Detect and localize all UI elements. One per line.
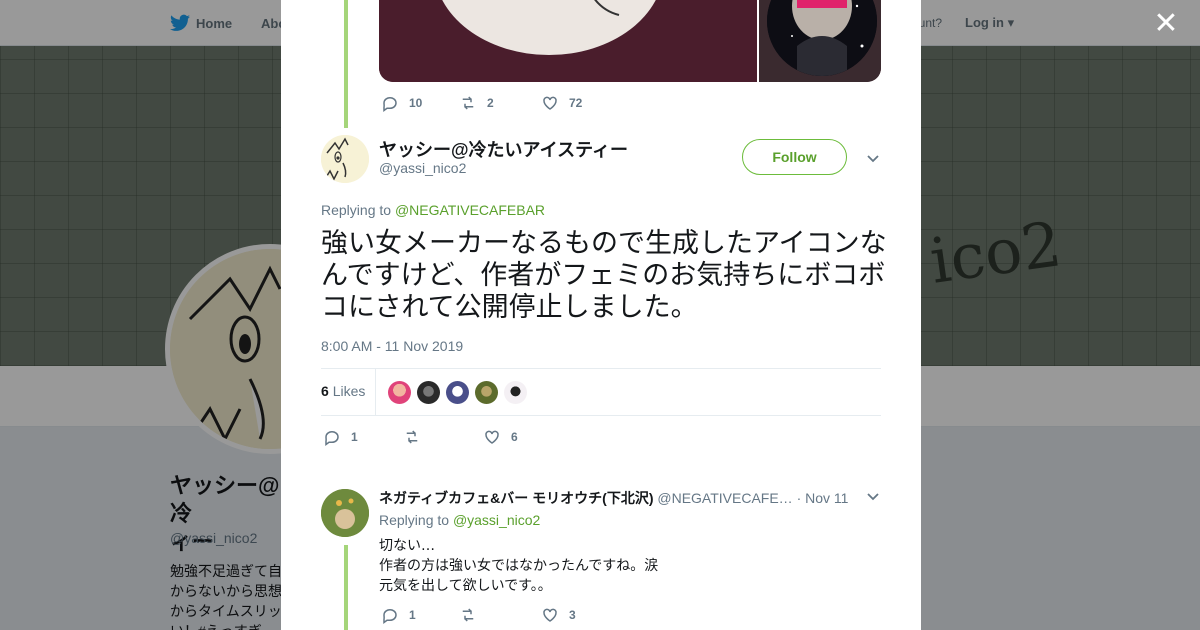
reply-header: ネガティブカフェ&バー モリオウチ(下北沢) @NEGATIVECAFE… · … [379,488,854,508]
reply-icon [383,96,397,112]
tweet-timestamp[interactable]: 8:00 AM - 11 Nov 2019 [321,338,463,354]
chevron-down-icon[interactable] [865,488,881,504]
liker-avatar[interactable] [446,380,470,404]
media-image-left[interactable] [379,0,759,82]
replying-to-link[interactable]: @NEGATIVECAFEBAR [395,202,545,218]
heart-icon [543,608,557,622]
prev-tweet-actions: 10 2 72 [381,94,582,112]
reply-button[interactable]: 1 [381,606,459,624]
chevron-down-icon[interactable] [865,150,881,166]
reply-author-avatar[interactable] [321,489,369,537]
retweet-count: 2 [487,96,494,110]
reply-replying-label: Replying to [379,512,450,528]
like-button[interactable]: 3 [541,606,576,624]
tweet-text: 強い女メーカーなるもので生成したアイコンなんですけど、作者がフェミのお気持ちにボ… [321,228,887,323]
author-avatar[interactable] [321,135,369,183]
retweet-icon [462,608,474,622]
like-count: 6 [511,430,518,444]
author-name[interactable]: ヤッシー@冷たいアイスティー [379,136,628,162]
liker-avatar[interactable] [504,380,528,404]
tweet-media-card[interactable] [379,0,881,82]
author-handle[interactable]: @yassi_nico2 [379,160,466,176]
retweet-button[interactable] [403,428,483,446]
tweet-permalink-modal: 10 2 72 ヤッシー@冷たいアイスティー @yassi_nico2 Foll… [281,0,921,630]
liker-avatar[interactable] [475,380,499,404]
reply-author-handle[interactable]: @NEGATIVECAFE… [657,490,792,506]
reply-count: 10 [409,96,423,110]
liker-avatar[interactable] [388,380,412,404]
thread-connector [344,545,348,630]
like-count: 3 [569,608,576,622]
reply-count: 1 [351,430,358,444]
retweet-icon [462,96,474,110]
tweet-stats: 6 Likes [321,368,881,416]
reply-count: 1 [409,608,416,622]
close-icon[interactable]: ✕ [1152,9,1180,39]
likes-stat[interactable]: 6 Likes [321,368,377,416]
replying-to: Replying to @NEGATIVECAFEBAR [321,202,545,218]
likers-list [388,380,528,404]
likes-label: Likes [332,383,366,399]
reply-tweet-actions: 1 3 [381,606,576,624]
main-tweet-actions: 1 6 [323,428,518,446]
reply-icon [325,430,339,446]
liker-avatar[interactable] [417,380,441,404]
retweet-button[interactable] [459,606,541,624]
follow-button[interactable]: Follow [742,139,847,175]
like-button[interactable]: 6 [483,428,518,446]
likes-number: 6 [321,383,329,399]
media-image-right[interactable] [759,0,881,82]
retweet-icon [406,430,418,444]
heart-icon [543,96,557,110]
thread-connector [344,0,348,128]
reply-icon [383,608,397,624]
reply-text: 切ない… 作者の方は強い女ではなかったんですね。涙 元気を出して欲しいです。。 [379,538,659,594]
reply-button[interactable]: 1 [323,428,403,446]
reply-date[interactable]: · Nov 11 [797,490,849,506]
reply-author-name[interactable]: ネガティブカフェ&バー モリオウチ(下北沢) [379,490,653,506]
replying-to-label: Replying to [321,202,392,218]
like-count: 72 [569,96,583,110]
heart-icon [485,430,499,444]
retweet-button[interactable]: 2 [459,94,541,112]
reply-replying-to: Replying to @yassi_nico2 [379,512,540,528]
reply-replying-link[interactable]: @yassi_nico2 [453,512,540,528]
reply-button[interactable]: 10 [381,94,459,112]
like-button[interactable]: 72 [541,94,582,112]
